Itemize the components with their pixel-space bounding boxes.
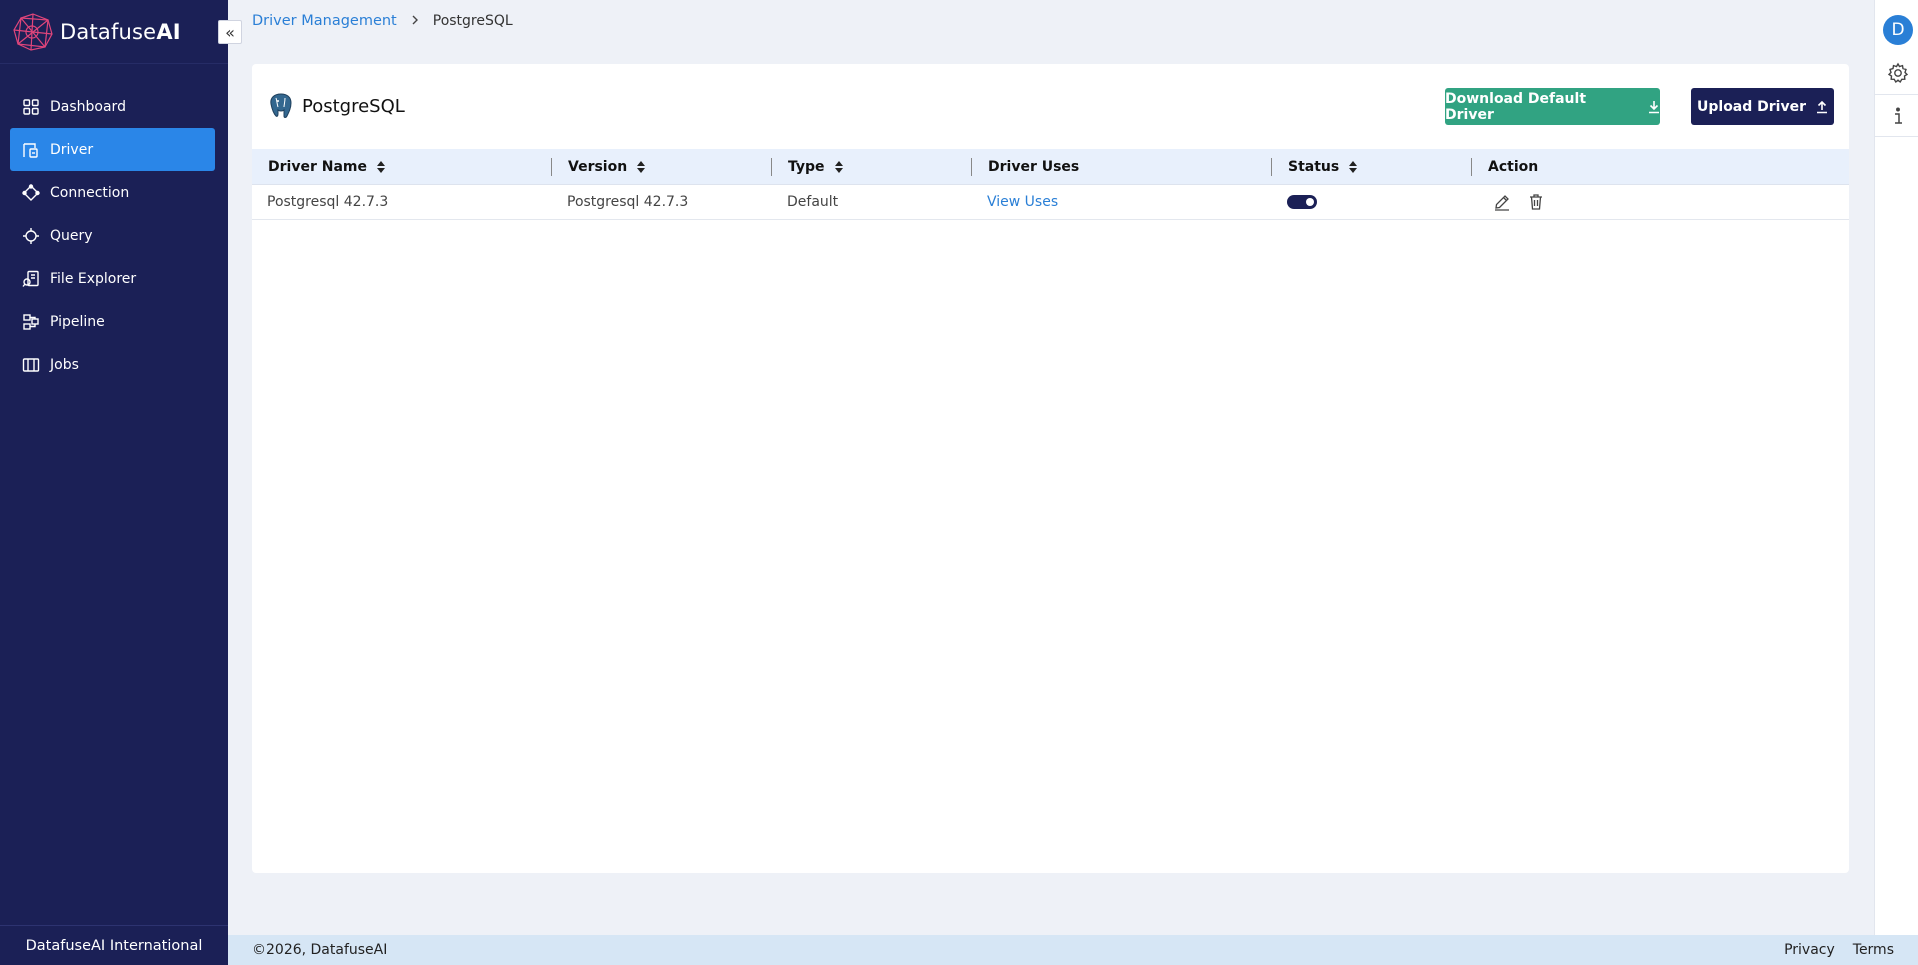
breadcrumb: Driver Management PostgreSQL [252, 13, 513, 29]
sidebar-item-label: Dashboard [50, 98, 126, 115]
file-search-icon [22, 270, 40, 288]
sort-icon[interactable] [637, 160, 646, 173]
sidebar: DatafuseAI Dashboard Driver Connection Q… [0, 0, 228, 965]
datafuse-logo-icon [13, 13, 53, 51]
connection-icon [22, 183, 40, 202]
edit-pencil-icon[interactable] [1492, 192, 1512, 212]
sidebar-item-driver[interactable]: Driver [10, 128, 215, 171]
privacy-link[interactable]: Privacy [1784, 942, 1835, 958]
sidebar-collapse-button[interactable]: « [218, 20, 242, 44]
sidebar-footer: DatafuseAI International [0, 925, 228, 965]
info-icon[interactable] [1886, 104, 1910, 128]
terms-link[interactable]: Terms [1853, 942, 1894, 958]
sidebar-item-label: Driver [50, 141, 94, 158]
cell-actions [1472, 185, 1849, 220]
download-icon [1648, 100, 1660, 114]
column-header-driver-name[interactable]: Driver Name [252, 149, 552, 185]
sort-icon[interactable] [376, 160, 385, 173]
sidebar-item-pipeline[interactable]: Pipeline [10, 300, 215, 343]
cell-driver-name: Postgresql 42.7.3 [267, 194, 389, 210]
driver-icon [22, 141, 40, 159]
footer-links: Privacy Terms [1766, 942, 1894, 958]
cell-status [1272, 185, 1472, 220]
column-label: Type [788, 158, 825, 175]
copyright-text: ©2026, DatafuseAI [252, 942, 388, 958]
card-title: PostgreSQL [302, 95, 405, 117]
avatar[interactable]: D [1883, 15, 1913, 45]
sidebar-item-query[interactable]: Query [10, 214, 215, 257]
grid-icon [22, 98, 40, 116]
jobs-icon [22, 356, 40, 374]
sidebar-item-label: Jobs [50, 356, 79, 373]
download-button-label: Download Default Driver [1445, 90, 1587, 123]
sidebar-item-connection[interactable]: Connection [10, 171, 215, 214]
column-header-action: Action [1472, 149, 1849, 185]
sidebar-nav: Dashboard Driver Connection Query File E… [10, 85, 215, 386]
driver-card: PostgreSQL Download Default Driver Uploa… [252, 64, 1849, 873]
cell-version: Postgresql 42.7.3 [567, 194, 689, 210]
sort-icon[interactable] [834, 160, 843, 173]
column-header-driver-uses: Driver Uses [972, 149, 1272, 185]
table-row: Postgresql 42.7.3 Postgresql 42.7.3 Defa… [252, 185, 1849, 220]
view-uses-link[interactable]: View Uses [987, 194, 1058, 210]
sidebar-item-label: File Explorer [50, 270, 137, 287]
postgresql-elephant-icon [270, 93, 292, 118]
breadcrumb-driver-management-link[interactable]: Driver Management [252, 13, 397, 29]
column-label: Driver Name [268, 158, 367, 175]
sort-icon[interactable] [1349, 160, 1358, 173]
column-header-status[interactable]: Status [1272, 149, 1472, 185]
gear-icon[interactable] [1886, 61, 1910, 85]
page-footer: ©2026, DatafuseAI Privacy Terms [228, 935, 1918, 965]
sidebar-item-jobs[interactable]: Jobs [10, 343, 215, 386]
sidebar-divider [0, 63, 228, 64]
sidebar-item-dashboard[interactable]: Dashboard [10, 85, 215, 128]
brand[interactable]: DatafuseAI [12, 12, 181, 52]
query-icon [22, 227, 40, 245]
rail-divider [1875, 94, 1918, 95]
sidebar-item-label: Query [50, 227, 93, 244]
chevron-right-icon [411, 13, 419, 29]
column-header-version[interactable]: Version [552, 149, 772, 185]
column-label: Driver Uses [988, 158, 1080, 175]
upload-icon [1816, 100, 1828, 114]
double-chevron-left-icon: « [225, 22, 235, 42]
breadcrumb-current: PostgreSQL [432, 13, 513, 29]
download-default-driver-button[interactable]: Download Default Driver [1445, 88, 1660, 125]
column-label: Status [1288, 158, 1340, 175]
upload-button-label: Upload Driver [1697, 98, 1806, 115]
sidebar-item-label: Pipeline [50, 313, 105, 330]
card-header: PostgreSQL [268, 92, 405, 120]
sidebar-item-file-explorer[interactable]: File Explorer [10, 257, 215, 300]
column-label: Version [568, 158, 628, 175]
sidebar-item-label: Connection [50, 184, 130, 201]
pipeline-icon [22, 313, 40, 331]
status-toggle[interactable] [1287, 195, 1317, 209]
cell-driver-uses: View Uses [972, 185, 1272, 220]
column-label: Action [1488, 158, 1539, 175]
column-header-type[interactable]: Type [772, 149, 972, 185]
drivers-table: Driver Name Version Type Driver Uses Sta… [252, 149, 1849, 220]
right-rail: D [1874, 0, 1918, 935]
brand-name: DatafuseAI [60, 20, 181, 44]
cell-type: Default [787, 194, 839, 210]
upload-driver-button[interactable]: Upload Driver [1691, 88, 1834, 125]
rail-divider [1875, 136, 1918, 137]
trash-icon[interactable] [1526, 192, 1546, 212]
table-header: Driver Name Version Type Driver Uses Sta… [252, 149, 1849, 185]
